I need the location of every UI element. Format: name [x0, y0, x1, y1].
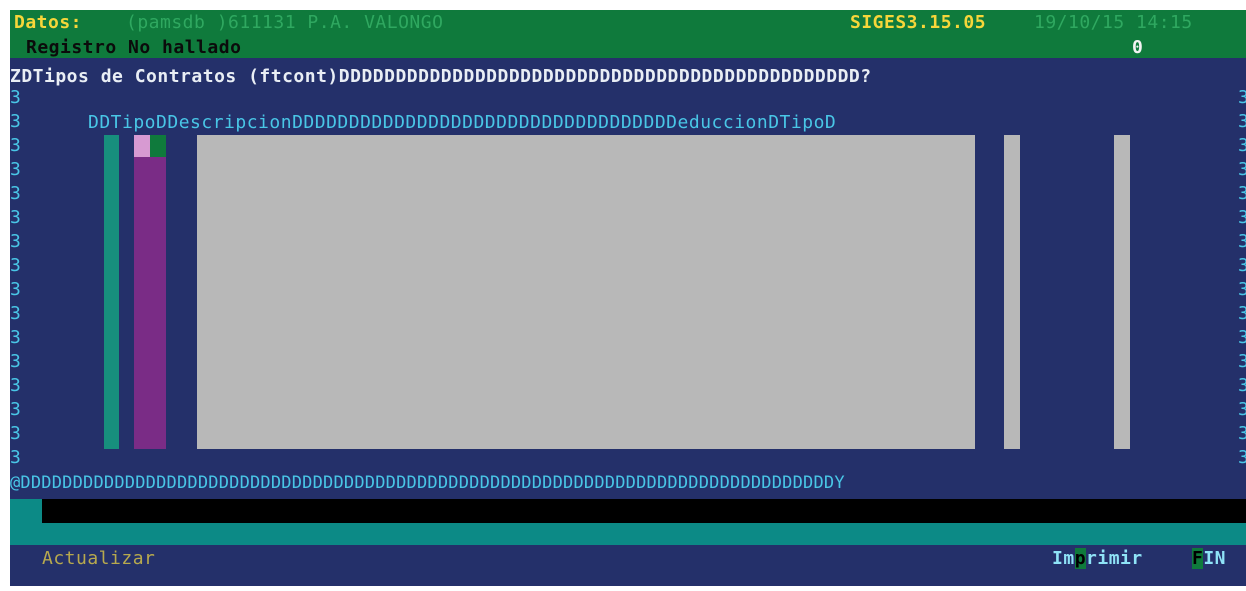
field-column-deduccion[interactable] — [1004, 135, 1020, 449]
actualizar-option[interactable]: Actualizar — [42, 548, 155, 570]
cursor-cell — [134, 135, 150, 157]
field-column-tipo2[interactable] — [1114, 135, 1130, 449]
fin-rest: IN — [1203, 548, 1227, 569]
terminal-screen: Datos: (pamsdb )611131 P.A. VALONGO SIGE… — [10, 10, 1246, 586]
message-line — [10, 523, 1246, 545]
imprimir-hotkey: p — [1074, 548, 1087, 569]
imprimir-pre: Im — [1052, 548, 1075, 569]
imprimir-post: rimir — [1086, 548, 1143, 569]
imprimir-option[interactable]: Imprimir — [1052, 548, 1143, 570]
database-name: (pamsdb )611131 P.A. VALONGO — [126, 12, 444, 33]
column-headers: DDTipoDDescripcionDDDDDDDDDDDDDDDDDDDDDD… — [88, 112, 837, 133]
window-bottom-border: @DDDDDDDDDDDDDDDDDDDDDDDDDDDDDDDDDDDDDDD… — [10, 473, 845, 493]
cursor-cell-green — [150, 135, 166, 157]
field-column-descripcion[interactable] — [197, 135, 975, 449]
window-title: ZDTipos de Contratos (ftcont)DDDDDDDDDDD… — [10, 66, 872, 87]
command-input[interactable] — [42, 499, 1246, 523]
field-column-tipo[interactable] — [134, 135, 166, 449]
datos-label: Datos: — [14, 12, 83, 33]
datetime: 19/10/15 14:15 — [1034, 12, 1193, 33]
fin-option[interactable]: FIN — [1192, 548, 1226, 570]
record-count: 0 — [1132, 37, 1144, 58]
field-column-teal[interactable] — [104, 135, 119, 449]
app-version: SIGES3.15.05 — [850, 12, 987, 33]
fin-hotkey: F — [1192, 548, 1204, 569]
status-message: Registro No hallado — [26, 37, 242, 58]
